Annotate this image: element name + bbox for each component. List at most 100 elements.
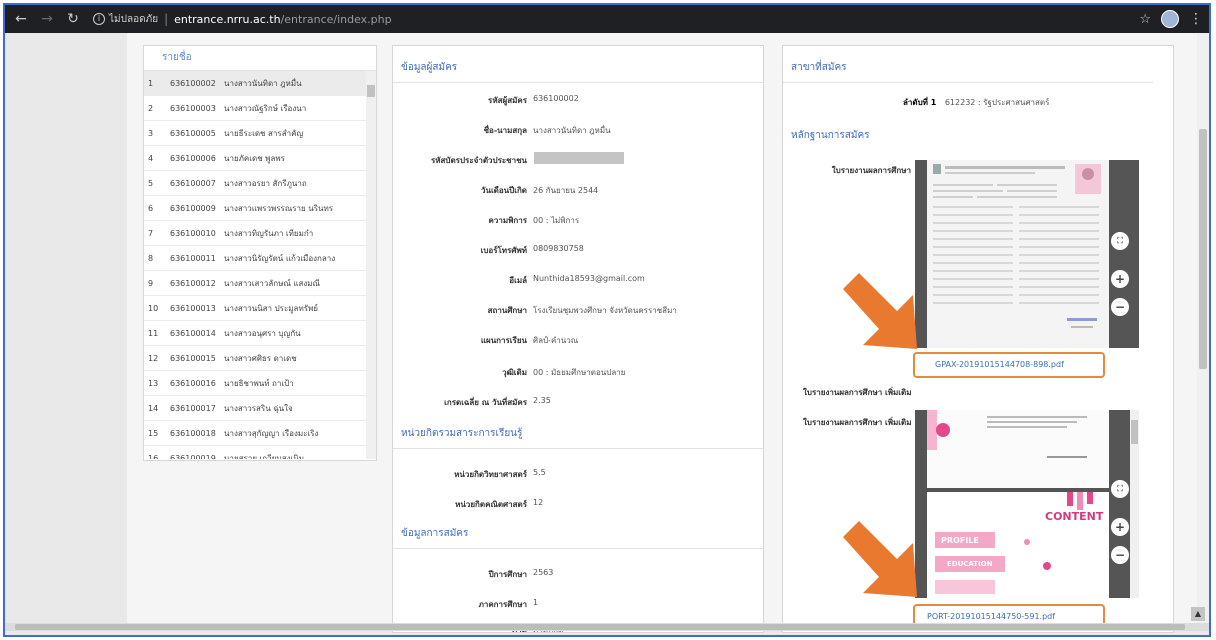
page-content: รายชื่อ 1 636100002 นางสาวนันทิดา ฎหมื่น 2 6…: [127, 33, 1197, 633]
list-item[interactable]: 11 636100014 นางสาวอนุศรา บุญกัน: [144, 321, 376, 346]
list-item[interactable]: 6 636100009 นางสาวแพรวพรรณราย นรินทร: [144, 196, 376, 221]
list-item-name: นางสาวนนิสา ประมูลทรัพย์: [224, 303, 318, 313]
field-label: ความพิการ: [488, 216, 527, 225]
list-item[interactable]: 14 636100017 นางสาวรสริน ฉุ่นใจ: [144, 396, 376, 421]
field-value: 12: [533, 498, 544, 507]
list-item-id: 636100011: [170, 253, 216, 263]
list-scroll-thumb[interactable]: [367, 85, 375, 97]
reload-icon[interactable]: ↻: [63, 11, 83, 27]
list-scrollbar[interactable]: [366, 71, 376, 459]
applicant-info-panel: ข้อมูลผู้สมัคร รหัสผู้สมัคร 636100002 ชื่อ…: [392, 45, 764, 633]
list-item-name: นางสาวนิรัญรัตน์ แก้วเมืองกลาง: [224, 253, 336, 263]
list-item-id: 636100018: [170, 428, 216, 438]
list-item-no: 7: [148, 228, 154, 238]
list-item-no: 16: [148, 453, 159, 460]
portfolio-page-1: [927, 410, 1109, 488]
list-item-name: นายธิชาพนท์ ถาเป้า: [224, 378, 294, 388]
list-item[interactable]: 4 636100006 นายภัคเดช พูลพร: [144, 146, 376, 171]
field-label: อีเมล์: [509, 276, 527, 285]
fit-page-button[interactable]: ⛶: [1111, 232, 1129, 250]
list-item[interactable]: 8 636100011 นางสาวนิรัญรัตน์ แก้วเมืองกลาง: [144, 246, 376, 271]
pdf-viewer-portfolio[interactable]: CONTENT PROFILE EDUCATION ⛶ + −: [915, 410, 1139, 598]
list-item[interactable]: 10 636100013 นางสาวนนิสา ประมูลทรัพย์: [144, 296, 376, 321]
list-item-name: นางสาวณัฐริกษ์ เรืองนา: [224, 103, 307, 113]
major-choice: ลำดับที่ 1 612232 : รัฐประศาสนศาสตร์: [903, 96, 1049, 109]
field-label: แผนการเรียน: [480, 336, 527, 345]
field-value: ศิลป์-คำนวณ: [533, 336, 579, 345]
page-vertical-scrollbar[interactable]: [1197, 33, 1209, 631]
screenshot-frame: ← → ↻ i ไม่ปลอดภัย | entrance.nrru.ac.th…: [3, 3, 1211, 637]
menu-dots-icon[interactable]: ⋮: [1189, 11, 1203, 27]
field-label: เบอร์โทรศัพท์: [480, 246, 527, 255]
list-item[interactable]: 12 636100015 นางสาวศศิธร ดาเดช: [144, 346, 376, 371]
list-item-id: 636100012: [170, 278, 216, 288]
field-value: 636100002: [533, 94, 579, 103]
address-bar[interactable]: entrance.nrru.ac.th/entrance/index.php: [174, 13, 392, 26]
profile-label: PROFILE: [941, 536, 979, 545]
fit-page-button[interactable]: ⛶: [1111, 480, 1129, 498]
list-item-no: 12: [148, 353, 159, 363]
browser-toolbar: ← → ↻ i ไม่ปลอดภัย | entrance.nrru.ac.th…: [5, 5, 1209, 33]
url-path: /entrance/index.php: [280, 12, 392, 26]
pdf-viewer-gpax[interactable]: ⛶ + −: [915, 160, 1139, 348]
list-item-id: 636100003: [170, 103, 216, 113]
list-item-id: 636100002: [170, 78, 216, 88]
list-item[interactable]: 3 636100005 นายธีระเดช สารสำคัญ: [144, 121, 376, 146]
url-separator: |: [164, 12, 169, 26]
list-item-no: 10: [148, 303, 159, 313]
list-item-name: นางสาวศศิธร ดาเดช: [224, 353, 297, 363]
list-item-name: นางสาวสุกัญญา เรืองมะเริง: [224, 428, 319, 438]
list-item[interactable]: 15 636100018 นางสาวสุกัญญา เรืองมะเริง: [144, 421, 376, 446]
page-scroll-thumb[interactable]: [1199, 129, 1207, 369]
security-indicator[interactable]: i ไม่ปลอดภัย: [93, 12, 158, 27]
doc3-label: ใบรายงานผลการศึกษา เพิ่มเติม: [803, 418, 912, 427]
forward-arrow-icon[interactable]: →: [37, 11, 57, 27]
list-item-id: 636100013: [170, 303, 216, 313]
transcript-document-image: [927, 160, 1109, 348]
list-item[interactable]: 13 636100016 นายธิชาพนท์ ถาเป้า: [144, 371, 376, 396]
field-label: รหัสผู้สมัคร: [488, 96, 527, 105]
list-item[interactable]: 1 636100002 นางสาวนันทิดา ฎหมื่น: [144, 71, 376, 96]
list-item-name: นางสาวทิญรันภา เทียมกำ: [224, 228, 314, 238]
list-item-no: 9: [148, 278, 154, 288]
bookmark-star-icon[interactable]: ☆: [1139, 12, 1151, 27]
page-hscroll-thumb[interactable]: [15, 624, 1185, 630]
viewer-scroll-thumb[interactable]: [1131, 420, 1138, 444]
list-item-no: 3: [148, 128, 154, 138]
list-item[interactable]: 5 636100007 นางสาวอรยา สักรีภูนาถ: [144, 171, 376, 196]
zoom-out-button[interactable]: −: [1111, 298, 1129, 316]
field-label: หน่วยกิตคณิตศาสตร์: [455, 500, 527, 509]
scroll-to-top-button[interactable]: ▲: [1191, 607, 1205, 621]
list-item[interactable]: 9 636100012 นางสาวเสาวลักษณ์ แสงมณี: [144, 271, 376, 296]
list-header: รายชื่อ: [144, 46, 376, 71]
divider: [393, 82, 763, 83]
field-label: ปีการศึกษา: [488, 570, 527, 579]
zoom-in-button[interactable]: +: [1111, 270, 1129, 288]
list-item[interactable]: 7 636100010 นางสาวทิญรันภา เทียมกำ: [144, 221, 376, 246]
list-item-name: นายภัคเดช พูลพร: [224, 153, 285, 163]
list-item-id: 636100010: [170, 228, 216, 238]
major-rank-label: ลำดับที่ 1: [903, 98, 937, 107]
list-item-no: 14: [148, 403, 159, 413]
field-value: 2563: [533, 568, 554, 577]
list-item[interactable]: 16 636100019 นายสราย เกวียนสูงเนิน: [144, 446, 376, 460]
evidence-section-title: หลักฐานการสมัคร: [791, 130, 870, 141]
zoom-out-button[interactable]: −: [1111, 546, 1129, 564]
divider: [783, 82, 1153, 83]
list-item-no: 1: [148, 78, 154, 88]
viewer-scrollbar[interactable]: [1130, 410, 1139, 598]
field-value: โรงเรียนชุมพวงศึกษา จังหวัดนครราชสีมา: [533, 306, 677, 315]
zoom-in-button[interactable]: +: [1111, 518, 1129, 536]
annotation-arrow-1: [843, 273, 917, 349]
field-label: วันเดือนปีเกิด: [480, 186, 527, 195]
field-value: 5.5: [533, 468, 546, 477]
list-item-no: 4: [148, 153, 154, 163]
page-horizontal-scrollbar[interactable]: [5, 623, 1209, 631]
back-arrow-icon[interactable]: ←: [11, 11, 31, 27]
list-item-name: นางสาวอนุศรา บุญกัน: [224, 328, 301, 338]
list-item[interactable]: 2 636100003 นางสาวณัฐริกษ์ เรืองนา: [144, 96, 376, 121]
field-label: รหัสบัตรประจำตัวประชาชน: [430, 156, 527, 165]
field-value: 00 : มัธยมศึกษาตอนปลาย: [533, 368, 626, 377]
info-icon: i: [93, 13, 105, 25]
profile-avatar[interactable]: [1161, 10, 1179, 28]
